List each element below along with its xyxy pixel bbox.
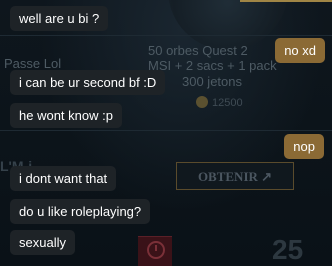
chat-message-incoming: sexually: [10, 230, 75, 255]
divider: [0, 130, 332, 131]
pass-label: Passe Lol: [4, 56, 62, 71]
offer-top-bar: [240, 0, 332, 2]
offer-description: MSI + 2 sacs + 1 pack: [148, 58, 277, 73]
chat-message-incoming: he wont know :p: [10, 103, 122, 128]
counter-number: 25: [272, 234, 304, 265]
offer-price: 300 jetons: [182, 74, 242, 89]
chat-message-incoming: well are u bi ?: [10, 6, 109, 31]
coin-icon: [196, 96, 208, 108]
obtain-button[interactable]: OBTENIR ↗: [176, 162, 294, 190]
coin-balance: 12500: [212, 97, 243, 109]
chat-message-incoming: i dont want that: [10, 166, 117, 191]
divider: [0, 35, 332, 36]
offer-title: 50 orbes Quest 2: [148, 43, 248, 58]
chat-message-incoming: do u like roleplaying?: [10, 199, 151, 224]
clock-icon: [147, 241, 165, 259]
timer-box: [138, 236, 172, 266]
chat-message-outgoing: nop: [284, 134, 324, 159]
chat-message-outgoing: no xd: [275, 38, 325, 63]
chat-message-incoming: i can be ur second bf :D: [10, 70, 166, 95]
